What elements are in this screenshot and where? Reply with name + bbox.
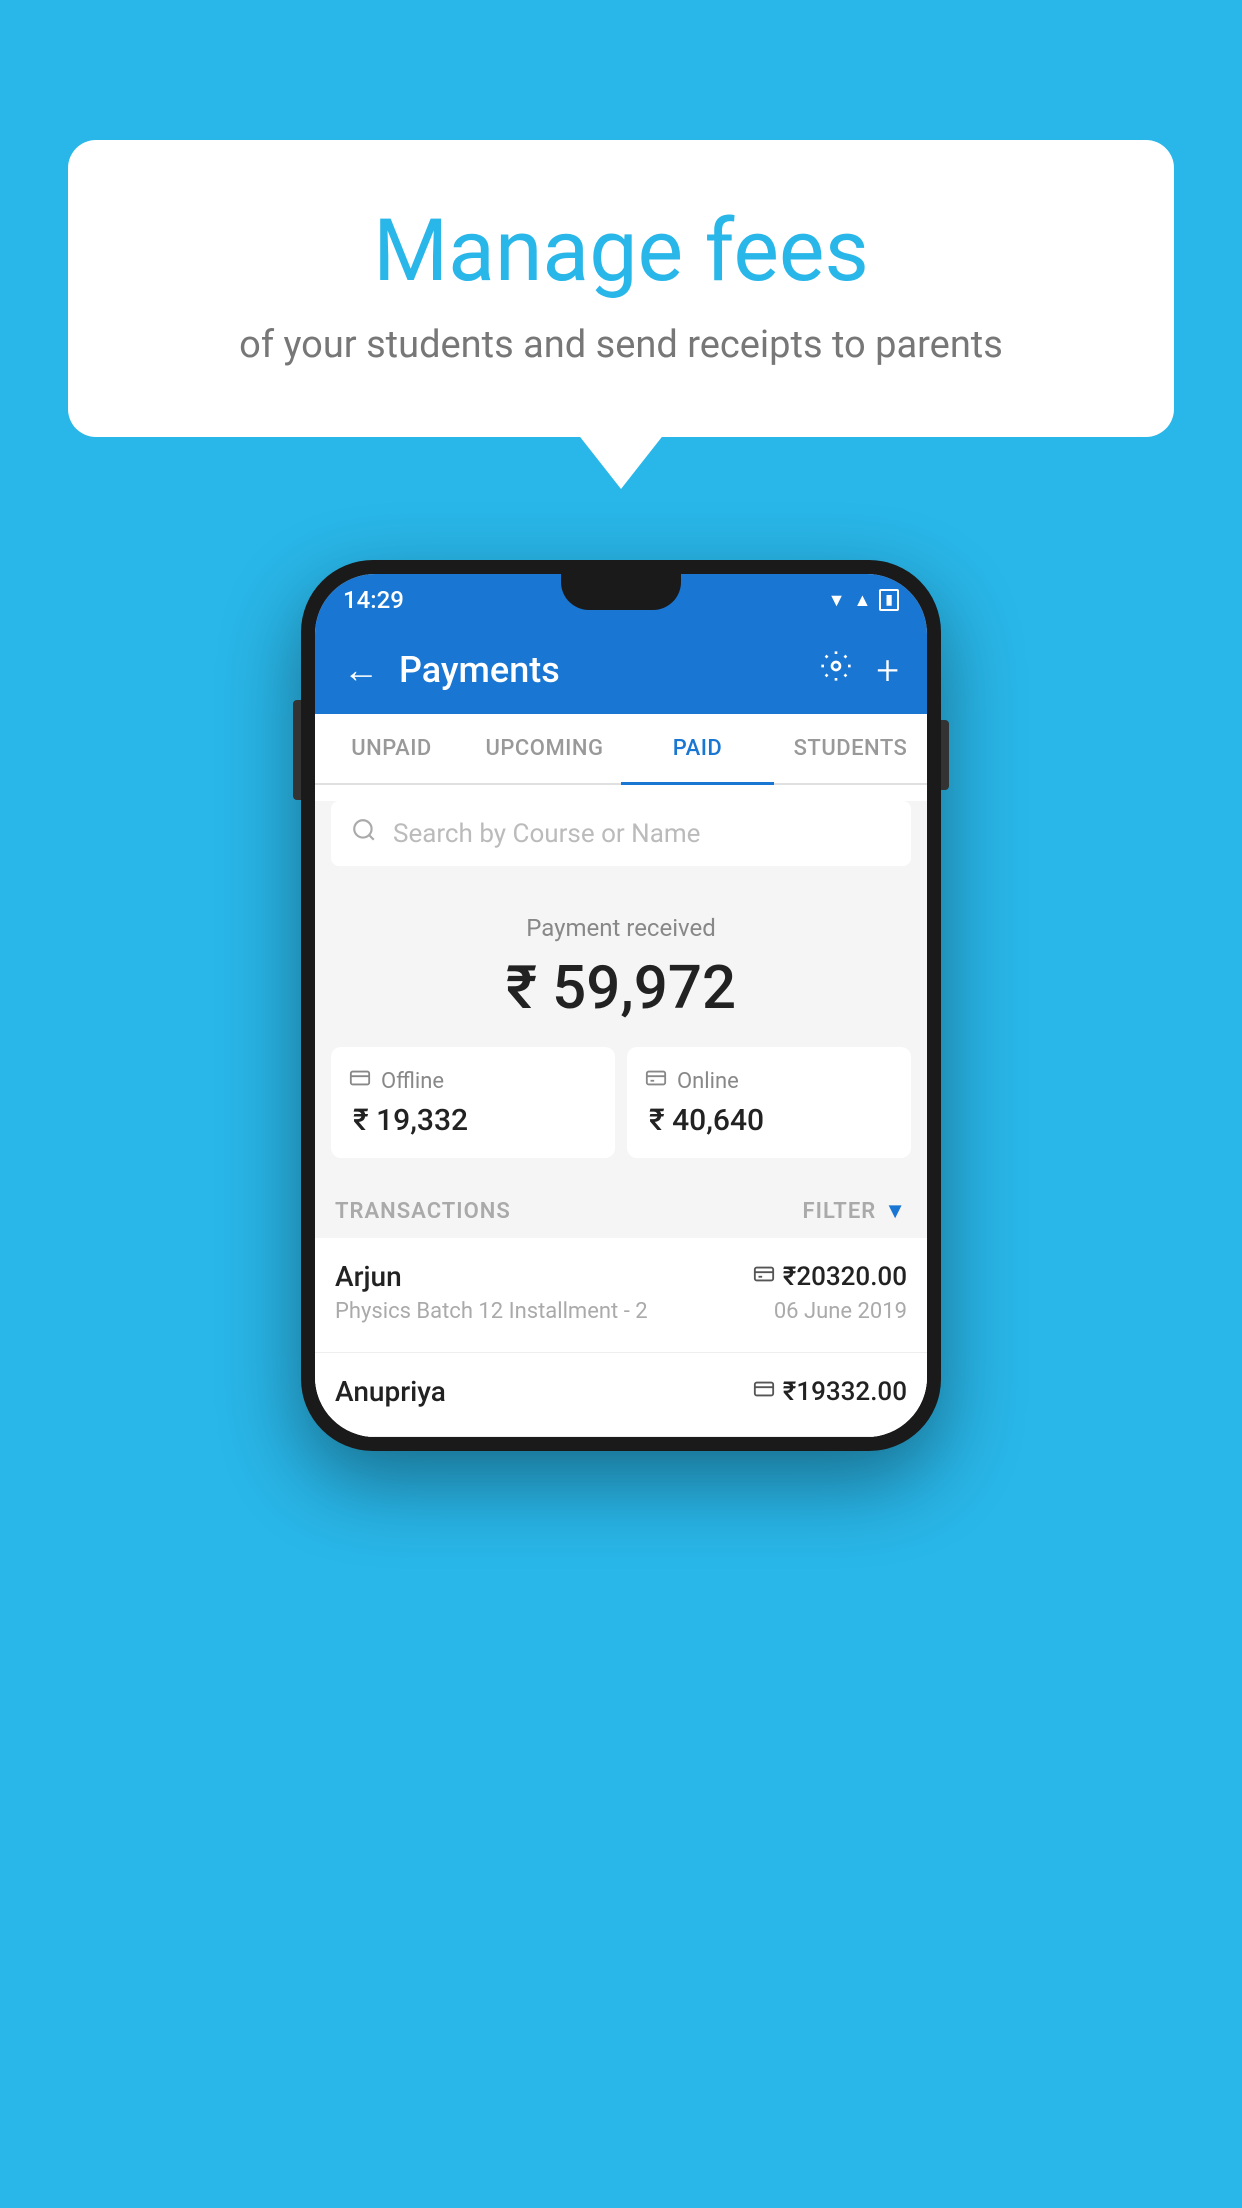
status-icons: ▼ ▲ ▮ [828,589,899,611]
filter-icon: ▼ [884,1198,907,1224]
signal-icon: ▲ [853,590,871,611]
transaction-item[interactable]: Anupriya ₹19332.00 [315,1353,927,1437]
transaction-name: Arjun [335,1260,402,1293]
filter-button[interactable]: FILTER ▼ [803,1198,907,1224]
payment-total-amount: ₹ 59,972 [331,952,911,1023]
transaction-amount: ₹20320.00 [753,1262,907,1292]
tab-paid[interactable]: PAID [621,714,774,783]
status-time: 14:29 [343,586,404,614]
online-icon [645,1067,667,1095]
tab-students[interactable]: STUDENTS [774,714,927,783]
transaction-date: 06 June 2019 [774,1299,907,1324]
transaction-detail-row-1: Physics Batch 12 Installment - 2 06 June… [335,1299,907,1324]
status-bar: 14:29 ▼ ▲ ▮ [315,574,927,626]
offline-card-header: Offline [349,1067,597,1095]
payment-received-label: Payment received [331,914,911,942]
main-content: Search by Course or Name Payment receive… [315,801,927,1437]
online-label: Online [677,1069,739,1094]
settings-icon[interactable] [820,650,852,690]
phone-outer: 14:29 ▼ ▲ ▮ ← Payments [301,560,941,1451]
search-icon [351,817,377,850]
battery-icon: ▮ [879,589,899,611]
speech-bubble-container: Manage fees of your students and send re… [68,140,1174,437]
online-pay-icon [753,1263,775,1291]
transactions-label: TRANSACTIONS [335,1199,511,1224]
header-actions: + [820,647,899,694]
transaction-item[interactable]: Arjun ₹20320.00 [315,1238,927,1353]
offline-label: Offline [381,1069,444,1094]
payment-summary: Payment received ₹ 59,972 [315,882,927,1047]
bubble-subtitle: of your students and send receipts to pa… [148,323,1094,367]
online-card-header: Online [645,1067,893,1095]
amount-value: ₹20320.00 [783,1262,907,1292]
transaction-name: Anupriya [335,1375,446,1408]
transaction-detail: Physics Batch 12 Installment - 2 [335,1299,648,1324]
transaction-row-2: Anupriya ₹19332.00 [335,1375,907,1408]
transaction-list: Arjun ₹20320.00 [315,1238,927,1437]
tabs: UNPAID UPCOMING PAID STUDENTS [315,714,927,785]
offline-icon [349,1067,371,1095]
tab-unpaid[interactable]: UNPAID [315,714,468,783]
app-header: ← Payments + [315,626,927,714]
online-amount: ₹ 40,640 [649,1103,893,1138]
back-button[interactable]: ← [343,649,379,691]
phone-notch [561,574,681,610]
offline-amount: ₹ 19,332 [353,1103,597,1138]
transaction-row-1: Arjun ₹20320.00 [335,1260,907,1293]
payment-cards: Offline ₹ 19,332 [315,1047,927,1178]
phone-screen: 14:29 ▼ ▲ ▮ ← Payments [315,574,927,1437]
tab-upcoming[interactable]: UPCOMING [468,714,621,783]
wifi-icon: ▼ [828,590,846,611]
transaction-amount: ₹19332.00 [753,1377,907,1407]
offline-card: Offline ₹ 19,332 [331,1047,615,1158]
filter-label: FILTER [803,1199,877,1224]
search-placeholder-text: Search by Course or Name [393,819,700,849]
offline-pay-icon [753,1378,775,1406]
phone-mockup: 14:29 ▼ ▲ ▮ ← Payments [301,560,941,1451]
transactions-header: TRANSACTIONS FILTER ▼ [315,1178,927,1238]
online-card: Online ₹ 40,640 [627,1047,911,1158]
search-bar[interactable]: Search by Course or Name [331,801,911,866]
speech-bubble: Manage fees of your students and send re… [68,140,1174,437]
bubble-title: Manage fees [148,200,1094,301]
add-icon[interactable]: + [876,647,899,694]
amount-value: ₹19332.00 [783,1377,907,1407]
page-title: Payments [399,649,800,691]
